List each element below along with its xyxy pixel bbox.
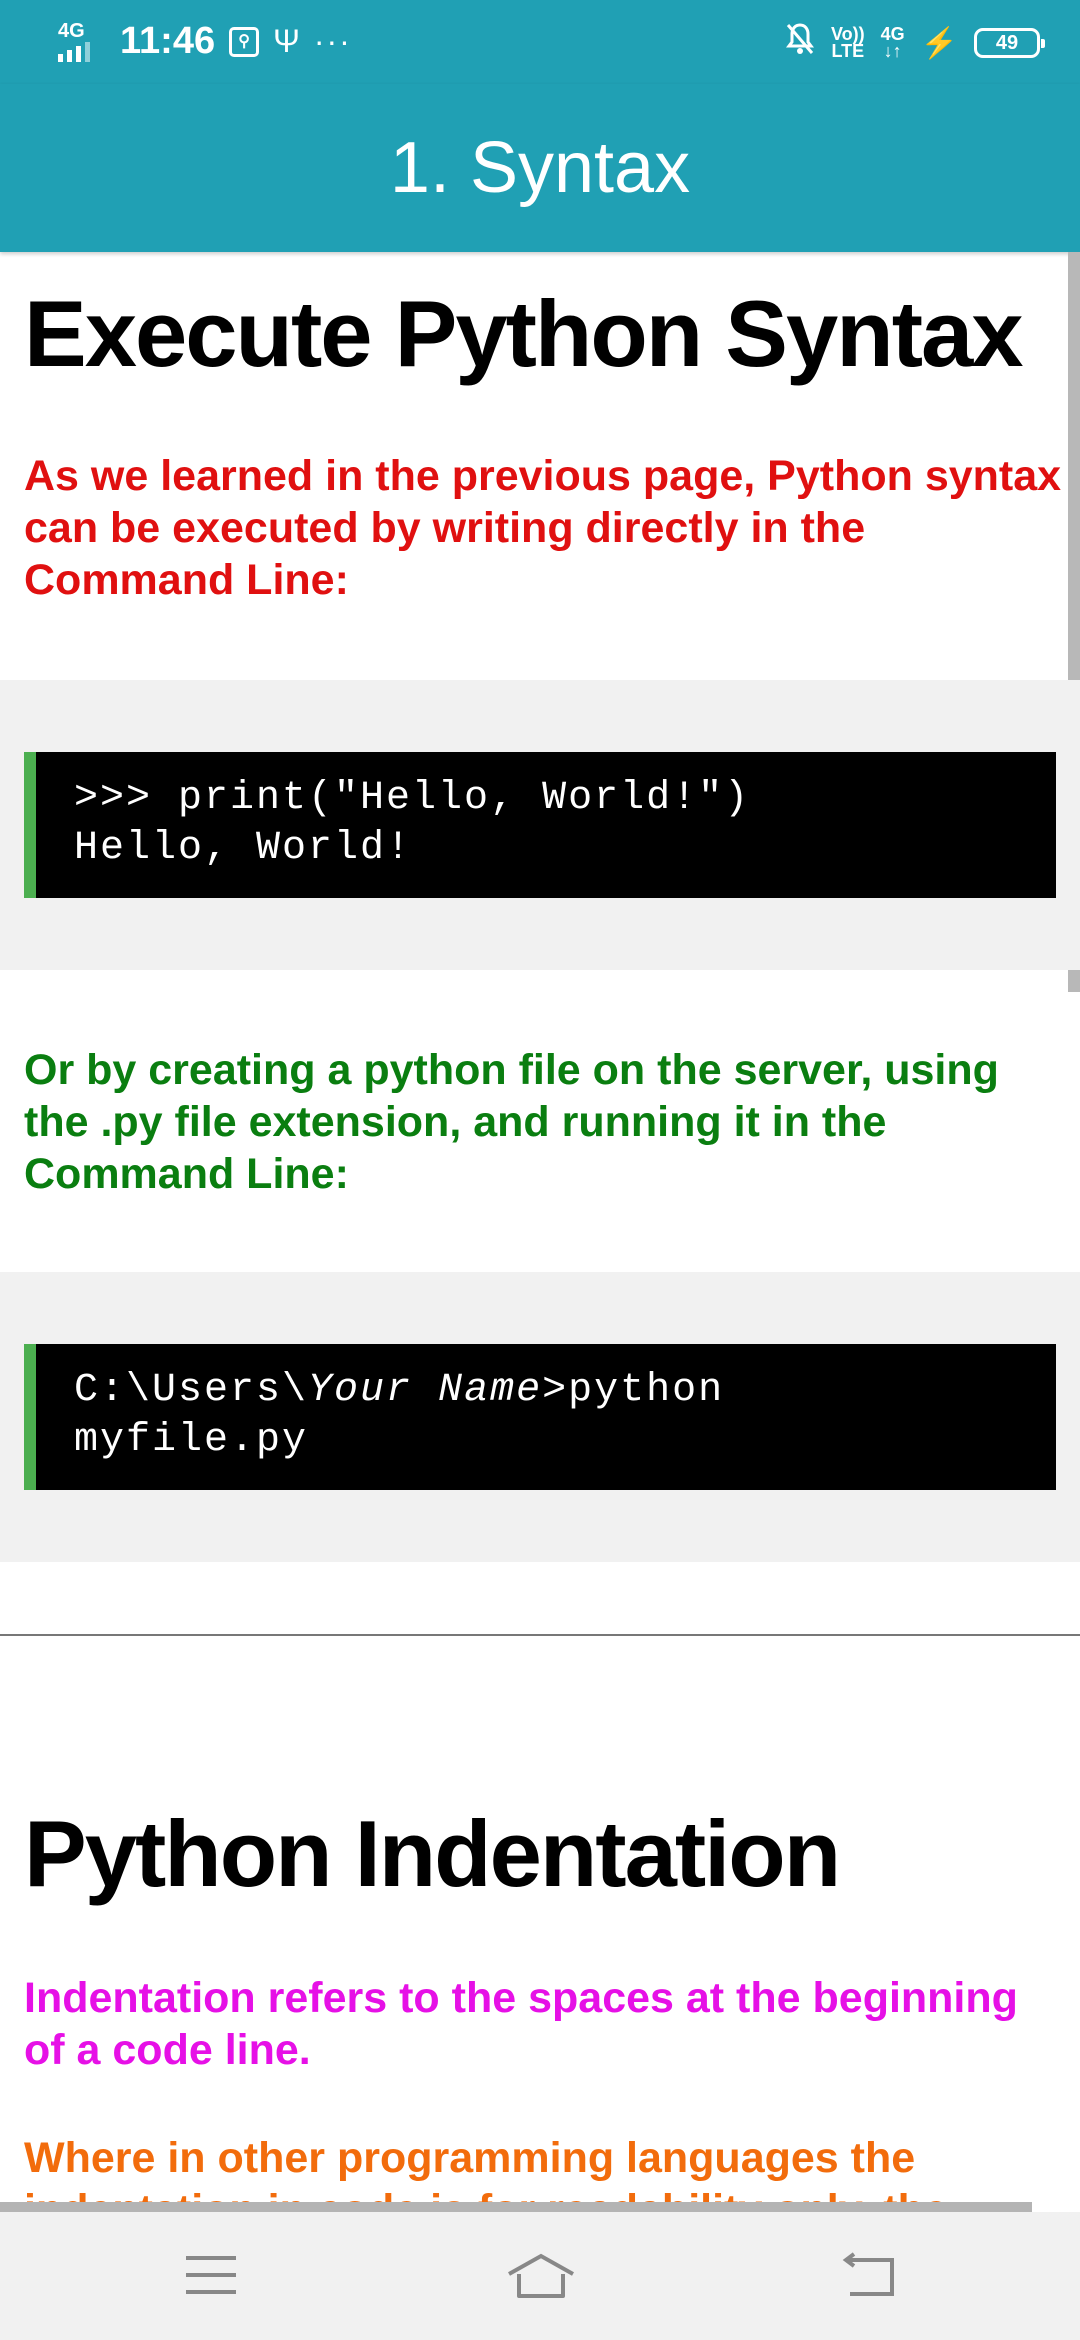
mobile-data-icon: 4G ↓↑ <box>880 24 905 61</box>
code-block-hello-world: >>> print("Hello, World!") Hello, World! <box>24 752 1056 898</box>
status-bar: 4G 11:46 ⚲ Ψ ··· Vo)) LTE 4G ↓↑ ⚡ 49 <box>0 0 1080 84</box>
code-line: myfile.py <box>74 1418 309 1463</box>
home-icon[interactable] <box>505 2252 574 2302</box>
usb-icon: Ψ <box>273 23 300 59</box>
signal-icon: 4G <box>58 19 106 62</box>
code-line: C:\Users\Your Name>python <box>74 1368 725 1413</box>
network-type: 4G <box>58 19 85 42</box>
lesson-content[interactable]: Execute Python Syntax As we learned in t… <box>0 252 1080 2212</box>
usb-debug-icon: ⚲ <box>229 26 260 57</box>
paragraph-python-file: Or by creating a python file on the serv… <box>24 1046 999 1198</box>
horizontal-scroll-indicator <box>0 2202 1032 2212</box>
paragraph-indentation-other-languages: Where in other programming languages the… <box>24 2134 948 2212</box>
section-divider <box>0 1634 1080 1636</box>
back-icon[interactable] <box>840 2252 900 2302</box>
code-line: >>> print("Hello, World!") <box>74 776 751 821</box>
battery-level: 49 <box>995 32 1019 54</box>
more-notifications-icon: ··· <box>313 23 352 59</box>
code-block-run-file: C:\Users\Your Name>python myfile.py <box>24 1344 1056 1490</box>
page-title: 1. Syntax <box>389 128 691 208</box>
battery-icon: 49 <box>974 28 1045 58</box>
heading-python-indentation: Python Indentation <box>24 1801 841 1906</box>
paragraph-indentation-definition: Indentation refers to the spaces at the … <box>24 1974 1018 2074</box>
app-bar: 1. Syntax <box>0 84 1080 252</box>
code-line: Hello, World! <box>74 826 413 871</box>
clock: 11:46 <box>120 20 216 62</box>
charging-icon: ⚡ <box>920 26 958 60</box>
paragraph-command-line: As we learned in the previous page, Pyth… <box>24 452 1062 604</box>
bell-muted-icon <box>785 22 815 64</box>
volte-icon: Vo)) LTE <box>830 24 865 61</box>
heading-execute-python-syntax: Execute Python Syntax <box>24 281 1024 386</box>
navigation-bar <box>0 2212 1080 2340</box>
menu-icon[interactable] <box>180 2256 240 2306</box>
